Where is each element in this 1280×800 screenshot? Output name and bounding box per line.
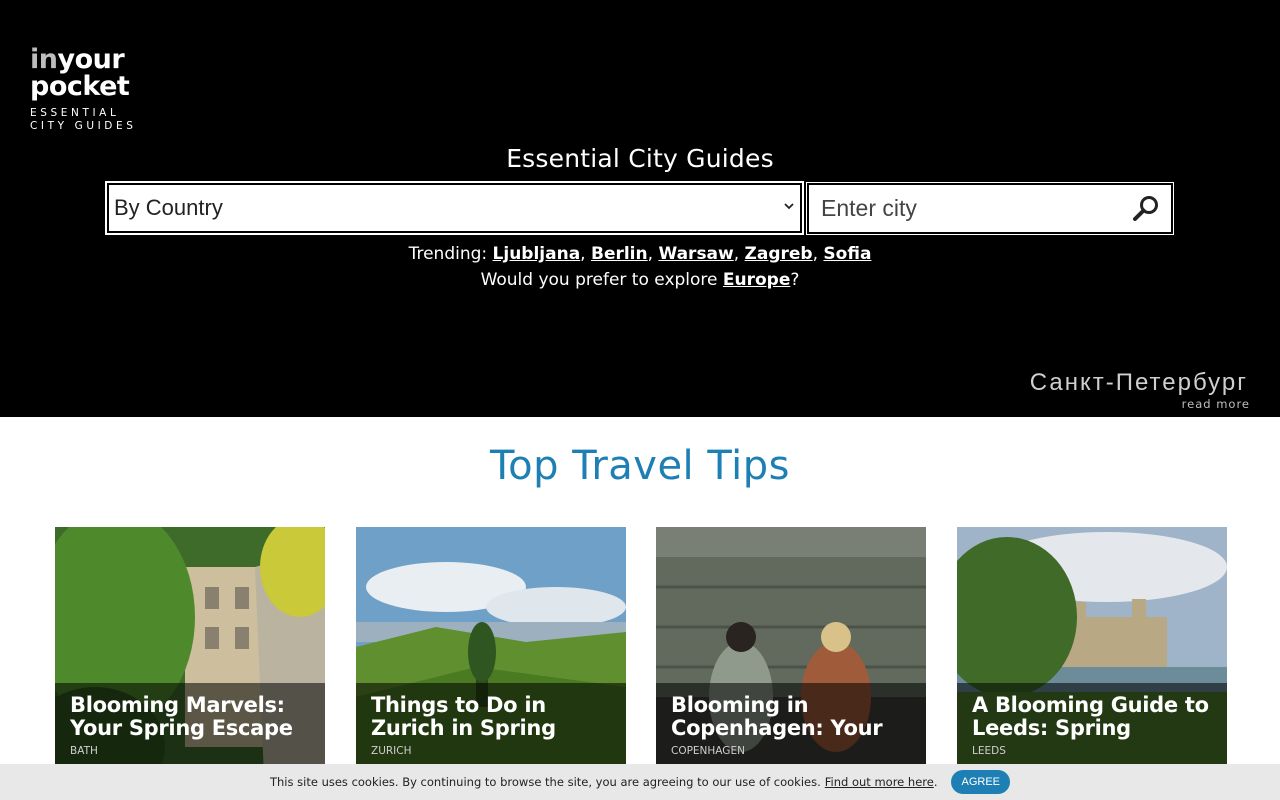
explore-europe-link[interactable]: Europe bbox=[723, 270, 790, 290]
section-title: Top Travel Tips bbox=[490, 443, 790, 489]
travel-tip-card[interactable]: Things to Do in Zurich in Spring ZURICH bbox=[356, 527, 626, 800]
cookie-more-link[interactable]: Find out more here bbox=[825, 775, 934, 789]
cookie-text: This site uses cookies. By continuing to… bbox=[269, 775, 821, 789]
travel-tip-card[interactable]: A Blooming Guide to Leeds: Spring LEEDS bbox=[957, 527, 1227, 800]
city-search-input[interactable]: Enter city bbox=[806, 182, 1174, 235]
featured-city-title: Санкт-Петербург bbox=[1029, 369, 1248, 396]
trending-label: Trending: bbox=[408, 244, 488, 264]
city-input-placeholder: Enter city bbox=[821, 195, 917, 221]
trending-link-zagreb[interactable]: Zagreb bbox=[745, 244, 813, 264]
card-city: COPENHAGEN bbox=[671, 745, 745, 757]
card-title[interactable]: Blooming in Copenhagen: Your bbox=[671, 694, 911, 740]
card-city: LEEDS bbox=[972, 745, 1006, 757]
site-logo[interactable]: inyour pocket ESSENTIAL CITY GUIDES bbox=[30, 44, 140, 133]
country-select[interactable]: By Country bbox=[105, 181, 804, 235]
hero-title: Essential City Guides bbox=[506, 144, 774, 173]
card-title[interactable]: Blooming Marvels: Your Spring Escape in bbox=[70, 694, 310, 740]
logo-tagline: ESSENTIAL CITY GUIDES bbox=[30, 107, 137, 132]
card-title[interactable]: Things to Do in Zurich in Spring bbox=[371, 694, 611, 740]
hero-section: inyour pocket ESSENTIAL CITY GUIDES Esse… bbox=[0, 0, 1280, 417]
trending-link-warsaw[interactable]: Warsaw bbox=[658, 244, 733, 264]
logo-line-1: inyour bbox=[30, 44, 125, 75]
logo-line-2: pocket bbox=[30, 71, 130, 102]
trending-link-sofia[interactable]: Sofia bbox=[823, 244, 871, 264]
trending-link-ljubljana[interactable]: Ljubljana bbox=[493, 244, 581, 264]
trending-cities: Trending: Ljubljana, Berlin, Warsaw, Zag… bbox=[408, 244, 872, 264]
explore-prompt: Would you prefer to explore Europe? bbox=[480, 270, 800, 290]
travel-tip-card[interactable]: Blooming Marvels: Your Spring Escape in … bbox=[55, 527, 325, 800]
card-title[interactable]: A Blooming Guide to Leeds: Spring bbox=[972, 694, 1212, 740]
card-city: BATH bbox=[70, 745, 98, 757]
trending-link-berlin[interactable]: Berlin bbox=[591, 244, 648, 264]
country-select-value: By Country bbox=[114, 195, 223, 220]
travel-tip-card[interactable]: Blooming in Copenhagen: Your COPENHAGEN bbox=[656, 527, 926, 800]
cookie-consent-bar: This site uses cookies. By continuing to… bbox=[0, 764, 1280, 800]
search-icon[interactable] bbox=[1131, 194, 1161, 224]
card-city: ZURICH bbox=[371, 745, 412, 757]
read-more-link[interactable]: read more bbox=[1182, 397, 1250, 411]
chevron-down-icon bbox=[784, 203, 794, 210]
agree-button[interactable]: AGREE bbox=[951, 770, 1010, 794]
